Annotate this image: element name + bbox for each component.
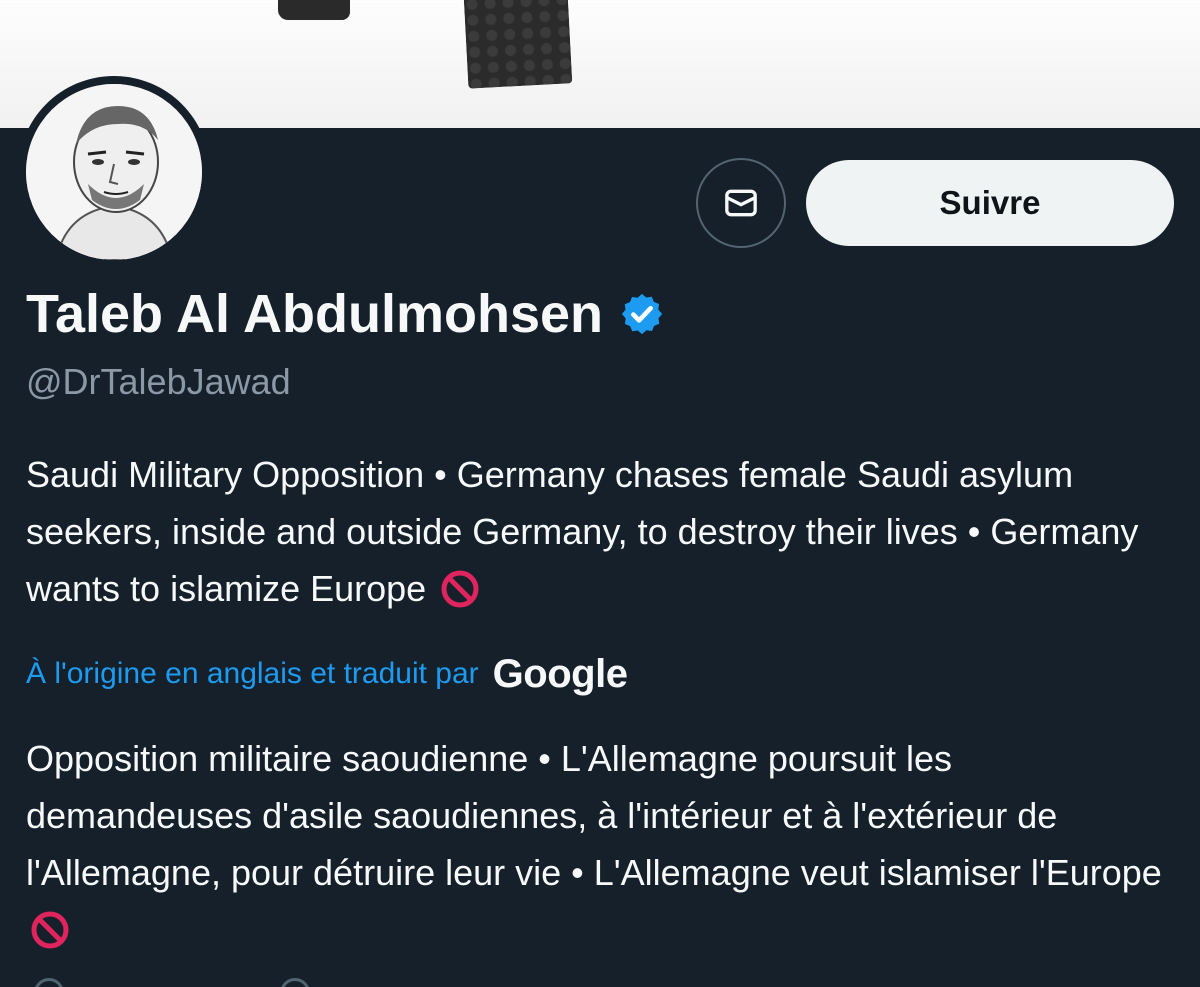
- bio: Saudi Military Opposition • Germany chas…: [26, 446, 1176, 617]
- bio-text: Saudi Military Opposition • Germany chas…: [26, 454, 1139, 609]
- display-name-row: Taleb Al Abdulmohsen: [26, 280, 665, 348]
- bio-translated: Opposition militaire saoudienne • L'Alle…: [26, 730, 1186, 958]
- envelope-icon: [725, 189, 757, 217]
- translation-note-text[interactable]: À l'origine en anglais et traduit par: [26, 646, 479, 702]
- user-handle: @DrTalebJawad: [26, 361, 291, 402]
- profile-screen: Suivre Taleb Al Abdulmohsen @DrTalebJawa…: [0, 0, 1200, 987]
- avatar-sketch-icon: [26, 84, 202, 260]
- google-logo: Google: [492, 652, 628, 696]
- avatar[interactable]: [18, 76, 210, 268]
- link-icon: [280, 978, 310, 987]
- translation-note[interactable]: À l'origine en anglais et traduit par Go…: [26, 646, 628, 702]
- location-icon: [34, 978, 64, 987]
- avatar-image: [26, 84, 202, 260]
- message-button[interactable]: [696, 158, 786, 248]
- prohibited-icon: [441, 570, 479, 608]
- prohibited-icon: [31, 911, 69, 949]
- banner-image-object: [278, 0, 350, 20]
- verified-badge-icon[interactable]: [619, 291, 665, 337]
- bio-translated-text: Opposition militaire saoudienne • L'Alle…: [26, 738, 1162, 893]
- banner-image-object: [463, 0, 573, 89]
- display-name: Taleb Al Abdulmohsen: [26, 284, 604, 344]
- follow-button[interactable]: Suivre: [806, 160, 1174, 246]
